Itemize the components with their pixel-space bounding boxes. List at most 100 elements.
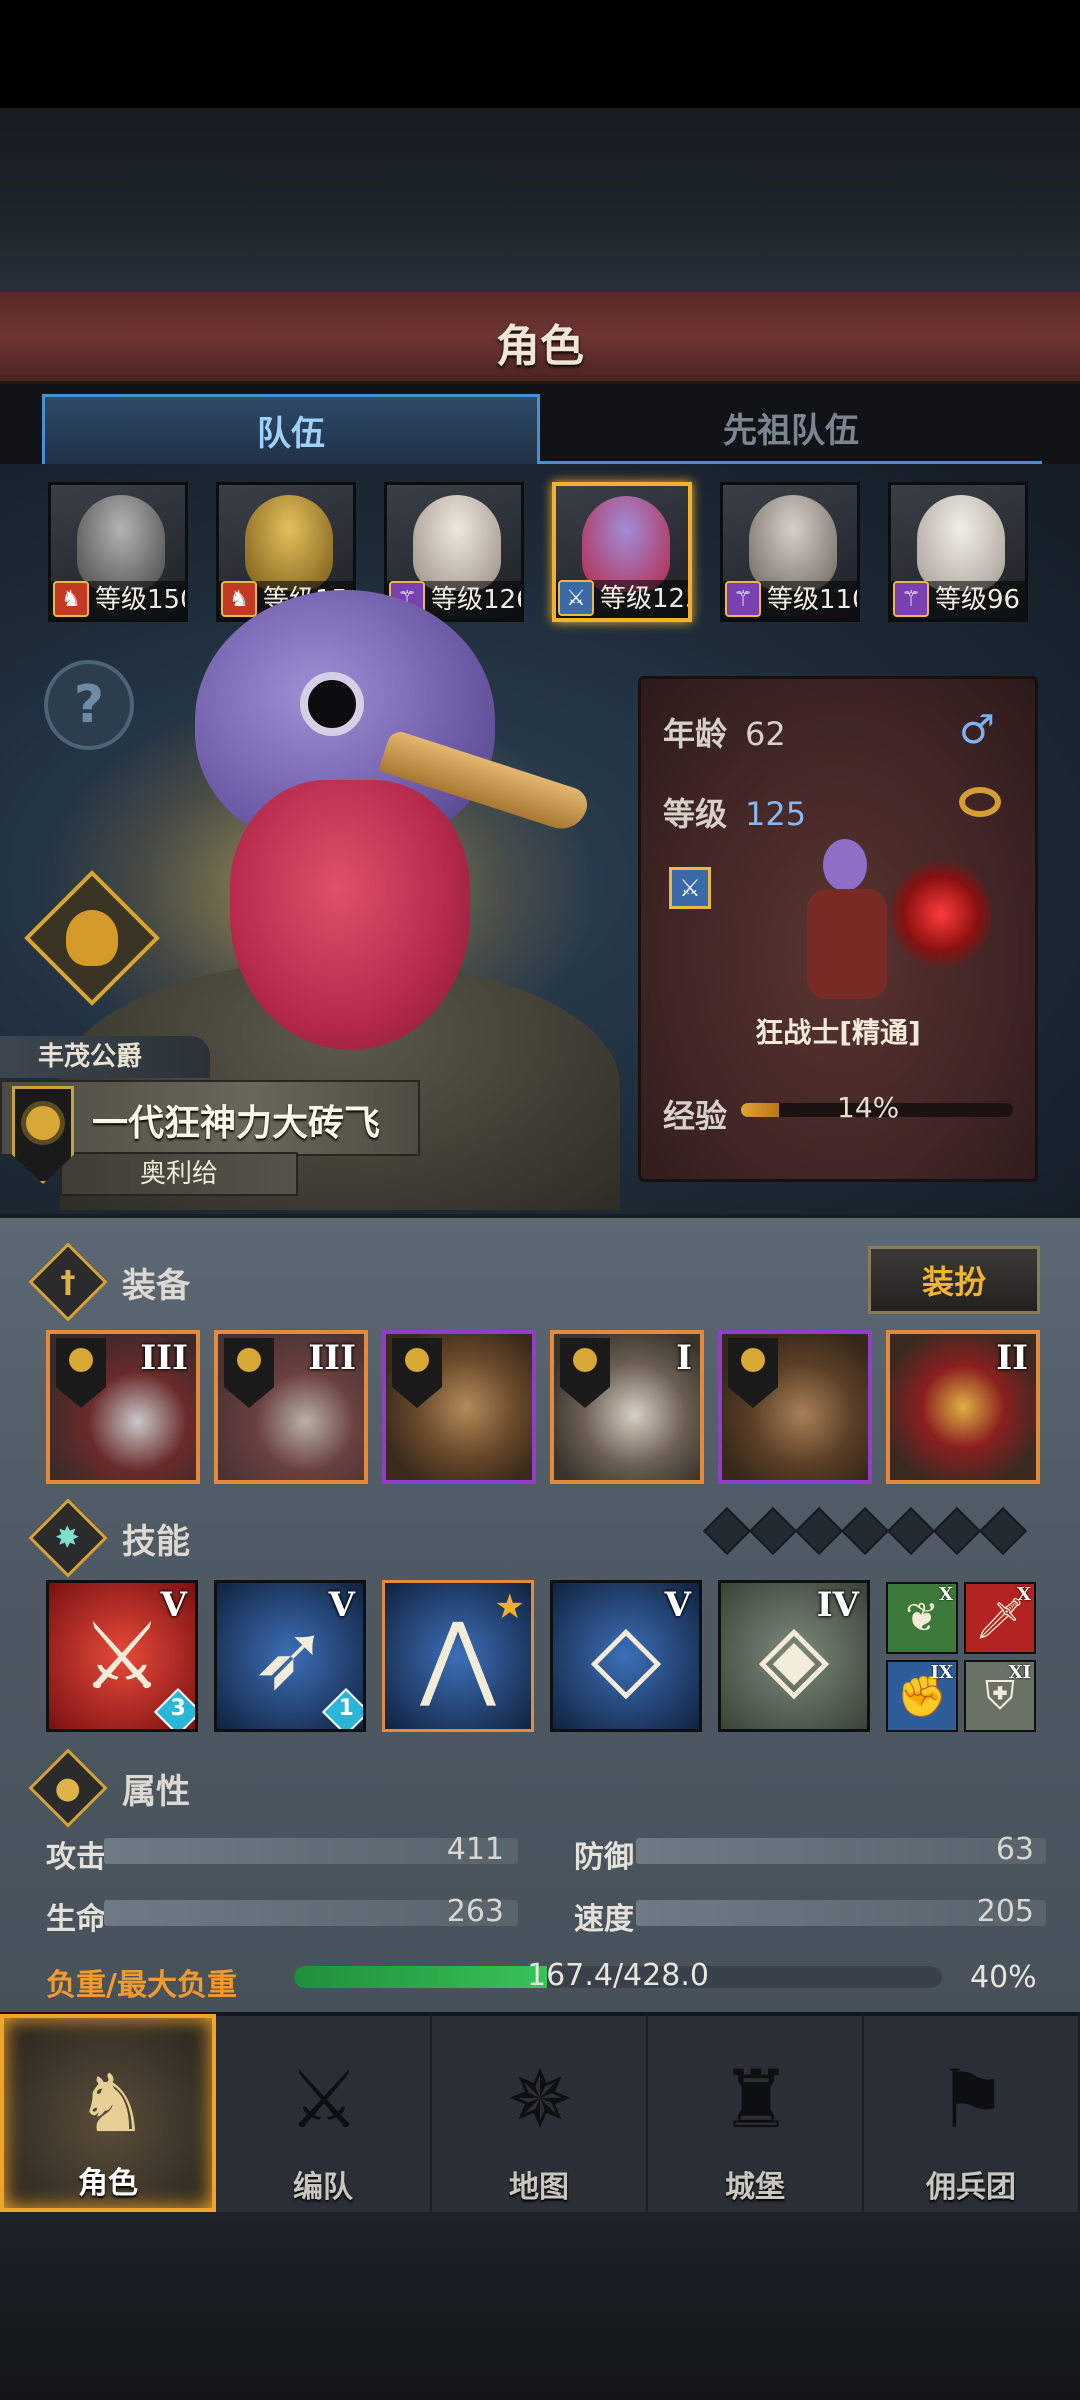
figure-axe-glow (891, 859, 991, 969)
sun-emblem-icon (26, 1106, 60, 1140)
team-tabs: 队伍 先祖队伍 (42, 394, 1042, 464)
equipment-rank: II (996, 1338, 1028, 1378)
class-sword-icon: ⚔ (669, 867, 711, 909)
skill-rank: V (160, 1585, 187, 1625)
equipment-slot-boots[interactable] (718, 1330, 872, 1484)
level-value: 125 (745, 795, 807, 833)
attack-label: 攻击 (46, 1840, 106, 1875)
equipment-slot-weapon[interactable]: III (46, 1330, 200, 1484)
portrait-face (77, 495, 165, 591)
passive-skill-2[interactable]: 🗡 X (964, 1582, 1036, 1654)
skill-slot-2[interactable]: ➶ V 1 (214, 1580, 366, 1732)
skill-rank: V (664, 1585, 691, 1625)
level-row: 等级 125 (663, 789, 806, 835)
figure-head (823, 839, 867, 891)
load-percent: 40% (970, 1960, 1037, 1995)
hero-info-card: 年龄 62 ♂ 等级 125 ⚔ 狂战士[精通] 经验 14% (638, 676, 1038, 1182)
defense-label: 防御 (574, 1840, 634, 1875)
skill-rank: IV (816, 1585, 859, 1625)
passive-skill-1[interactable]: ❦ X (886, 1582, 958, 1654)
figure-body (807, 889, 887, 999)
nav-castle[interactable]: ♜ 城堡 (648, 2014, 864, 2212)
skill-slot-4[interactable]: ◇ V (550, 1580, 702, 1732)
potion-icon (66, 910, 118, 966)
xp-percent: 14% (837, 1091, 900, 1124)
nav-mercenary[interactable]: ⚑ 佣兵团 (864, 2014, 1080, 2212)
xp-label: 经验 (663, 1097, 728, 1135)
title-banner: 角色 (0, 292, 1080, 384)
tab-ancestor-team[interactable]: 先祖队伍 (540, 394, 1042, 464)
passive-skill-4[interactable]: ⛨ XI (964, 1660, 1036, 1732)
banner-icon: ⚑ (936, 2053, 1008, 2146)
tab-team[interactable]: 队伍 (42, 394, 540, 464)
equipment-label: 装备 (122, 1265, 190, 1306)
dress-up-button[interactable]: 装扮 (868, 1246, 1040, 1314)
load-value: 167.4/428.0 (527, 1958, 709, 1993)
portrait-face (413, 495, 501, 591)
silhouette-icon: ● (28, 1748, 108, 1828)
age-value: 62 (745, 715, 786, 753)
nav-label: 地图 (509, 2170, 569, 2205)
star-icon: ★ (494, 1587, 525, 1627)
equipment-rank: I (676, 1338, 692, 1378)
age-label: 年龄 (663, 715, 728, 753)
level-label: 等级 (663, 795, 728, 833)
nav-formation[interactable]: ⚔ 编队 (216, 2014, 432, 2212)
class-name: 狂战士[精通] (755, 1016, 921, 1049)
portrait-face (245, 495, 333, 591)
status-bar (0, 0, 1080, 108)
skills-header: ✸ 技能 (28, 1498, 190, 1578)
xp-fill (741, 1103, 780, 1117)
age-row: 年龄 62 (663, 709, 786, 755)
portrait-face (917, 495, 1005, 591)
knight-icon: ♞ (76, 2057, 148, 2150)
character-figure (771, 839, 991, 1019)
class-sword-icon: ⚔ (558, 580, 594, 616)
speed-value: 205 (976, 1894, 1034, 1929)
skill-point-dot (702, 1506, 752, 1556)
equipment-slot-armor[interactable]: I (550, 1330, 704, 1484)
equipment-rank: III (140, 1338, 188, 1378)
skill-slot-3[interactable]: ⋀ ★ (382, 1580, 534, 1732)
nav-character[interactable]: ♞ 角色 (0, 2014, 216, 2212)
equipment-header: † 装备 (28, 1242, 190, 1322)
skill-slot-5[interactable]: ◈ IV (718, 1580, 870, 1732)
skill-point-dot (932, 1506, 982, 1556)
sword-icon: † (28, 1242, 108, 1322)
attributes-label: 属性 (122, 1771, 190, 1812)
load-label: 负重/最大负重 (46, 1968, 237, 2003)
team-portrait-5[interactable]: 等级110 ⚚ (720, 482, 860, 622)
compass-icon: ✵ (506, 2053, 574, 2146)
ring-icon[interactable] (959, 787, 1001, 817)
nav-label: 佣兵团 (926, 2170, 1016, 2205)
gem-count: 1 (338, 1696, 354, 1722)
skills-label: 技能 (122, 1521, 190, 1562)
team-portrait-6[interactable]: 等级96 ⚚ (888, 482, 1028, 622)
passive-skill-3[interactable]: ✊ IX (886, 1660, 958, 1732)
skill-point-dot (840, 1506, 890, 1556)
portrait-face (582, 496, 670, 592)
nav-label: 编队 (293, 2170, 353, 2205)
equipment-slot-accessory[interactable]: II (886, 1330, 1040, 1484)
skill-point-dot (886, 1506, 936, 1556)
nav-map[interactable]: ✵ 地图 (432, 2014, 648, 2212)
equipment-slot-helmet[interactable] (382, 1330, 536, 1484)
nav-label: 角色 (78, 2166, 138, 2201)
class-horse-icon: ♞ (221, 581, 257, 617)
top-background (0, 108, 1080, 294)
equipment-slot-offhand[interactable]: III (214, 1330, 368, 1484)
class-staff-icon: ⚚ (725, 581, 761, 617)
star-icon: ✸ (28, 1498, 108, 1578)
attack-value: 411 (446, 1832, 504, 1867)
defense-value: 63 (995, 1832, 1034, 1867)
team-portrait-4-selected[interactable]: 等级125 ⚔ (552, 482, 692, 622)
passive-rank: IX (930, 1662, 953, 1683)
portrait-face (749, 495, 837, 591)
skill-point-dot (794, 1506, 844, 1556)
hero-eye-art (300, 672, 364, 736)
hero-name: 一代狂神力大砖飞 (92, 1103, 381, 1144)
team-portrait-1[interactable]: 等级150 ♞ (48, 482, 188, 622)
gem-count: 3 (170, 1696, 186, 1722)
skill-slot-1[interactable]: ⚔ V 3 (46, 1580, 198, 1732)
passive-rank: X (1017, 1584, 1031, 1605)
